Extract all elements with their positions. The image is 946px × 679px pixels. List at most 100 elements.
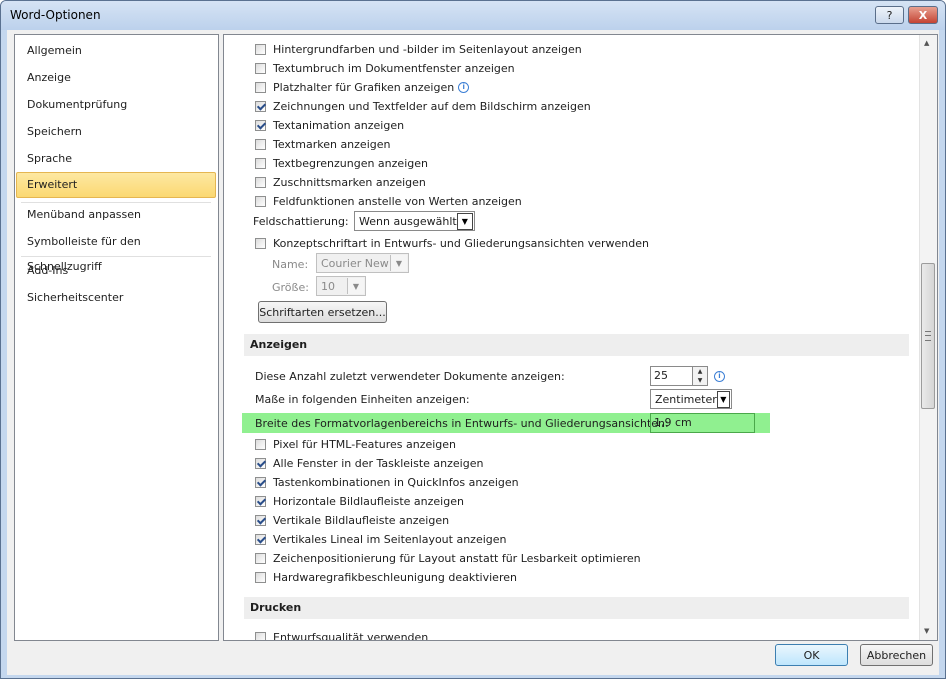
sidebar-item-erweitert[interactable]: Erweitert — [16, 172, 216, 198]
checkbox-checked[interactable] — [255, 533, 266, 545]
checkbox-row[interactable]: Platzhalter für Grafiken anzeigen i — [255, 78, 470, 96]
cancel-button[interactable]: Abbrechen — [860, 644, 933, 666]
checkbox-label: Hardwaregrafikbeschleunigung deaktiviere… — [273, 570, 517, 584]
close-button[interactable]: X — [908, 6, 938, 24]
units-select[interactable]: Zentimeter ▼ — [650, 389, 732, 409]
checkbox-label: Textmarken anzeigen — [273, 137, 391, 151]
sidebar-item-anzeige[interactable]: Anzeige — [16, 65, 215, 90]
font-size-value: 10 — [321, 279, 335, 293]
checkbox[interactable] — [255, 138, 266, 150]
sidebar: Allgemein Anzeige Dokumentprüfung Speich… — [14, 34, 219, 641]
checkbox-checked[interactable] — [255, 514, 266, 526]
checkbox-checked[interactable] — [255, 457, 266, 469]
checkbox[interactable] — [255, 81, 266, 93]
checkbox-label: Hintergrundfarben und -bilder im Seitenl… — [273, 42, 582, 56]
chevron-down-icon[interactable]: ▼ — [716, 390, 730, 408]
font-name-label: Name: — [272, 257, 309, 271]
scroll-down-icon[interactable]: ▼ — [924, 627, 929, 635]
style-area-input[interactable]: 1,9 cm — [650, 413, 755, 433]
checkbox[interactable] — [255, 43, 266, 55]
sidebar-item-speichern[interactable]: Speichern — [16, 119, 215, 144]
checkbox[interactable] — [255, 631, 266, 640]
sidebar-item-dokumentpruefung[interactable]: Dokumentprüfung — [16, 92, 215, 117]
checkbox[interactable] — [255, 62, 266, 74]
field-shading-label: Feldschattierung: — [253, 214, 349, 228]
ok-button[interactable]: OK — [775, 644, 848, 666]
checkbox-row[interactable]: Zeichenpositionierung für Layout anstatt… — [255, 549, 641, 567]
checkbox[interactable] — [255, 157, 266, 169]
checkbox[interactable] — [255, 176, 266, 188]
chevron-down-icon[interactable]: ▼ — [390, 255, 407, 271]
checkbox[interactable] — [255, 552, 266, 564]
chevron-down-icon[interactable]: ▼ — [347, 278, 364, 294]
checkbox-row[interactable]: Feldfunktionen anstelle von Werten anzei… — [255, 192, 522, 210]
font-size-select[interactable]: 10 ▼ — [316, 276, 366, 296]
sidebar-item-schnellzugriff[interactable]: Symbolleiste für den Schnellzugriff — [16, 229, 215, 273]
sidebar-item-sprache[interactable]: Sprache — [16, 146, 215, 171]
checkbox-checked[interactable] — [255, 495, 266, 507]
grip-icon — [925, 331, 931, 341]
checkbox-label: Textbegrenzungen anzeigen — [273, 156, 428, 170]
checkbox-label: Zeichnungen und Textfelder auf dem Bilds… — [273, 99, 591, 113]
checkbox-row[interactable]: Textmarken anzeigen — [255, 135, 390, 153]
chevron-up-icon[interactable]: ▲ — [693, 367, 707, 376]
vertical-scrollbar[interactable]: ▲ ▼ — [919, 35, 937, 640]
checkbox-row[interactable]: Hintergrundfarben und -bilder im Seitenl… — [255, 40, 582, 58]
recent-docs-input[interactable]: 25 — [650, 366, 693, 386]
checkbox[interactable] — [255, 237, 266, 249]
checkbox-label: Konzeptschriftart in Entwurfs- und Glied… — [273, 236, 649, 250]
font-size-label: Größe: — [272, 280, 309, 294]
sidebar-item-add-ins[interactable]: Add-Ins — [16, 258, 215, 283]
checkbox-label: Textanimation anzeigen — [273, 118, 405, 132]
section-drucken: Drucken — [244, 597, 909, 619]
checkbox-row[interactable]: Vertikales Lineal im Seitenlayout anzeig… — [255, 530, 507, 548]
chevron-down-icon[interactable]: ▼ — [693, 376, 707, 385]
checkbox[interactable] — [255, 571, 266, 583]
checkbox-label: Tastenkombinationen in QuickInfos anzeig… — [273, 475, 519, 489]
checkbox-row[interactable]: Entwurfsqualität verwenden — [255, 628, 428, 640]
checkbox-label: Pixel für HTML-Features anzeigen — [273, 437, 457, 451]
font-name-select[interactable]: Courier New ▼ — [316, 253, 409, 273]
sidebar-item-sicherheitscenter[interactable]: Sicherheitscenter — [16, 285, 215, 310]
replace-fonts-button[interactable]: Schriftarten ersetzen... — [258, 301, 387, 323]
section-anzeigen: Anzeigen — [244, 334, 909, 356]
checkbox-row[interactable]: Zeichnungen und Textfelder auf dem Bilds… — [255, 97, 591, 115]
checkbox-row[interactable]: Textanimation anzeigen — [255, 116, 404, 134]
field-shading-select[interactable]: Wenn ausgewählt ▼ — [354, 211, 475, 231]
sidebar-item-menueband[interactable]: Menüband anpassen — [16, 202, 215, 227]
dialog-body: Allgemein Anzeige Dokumentprüfung Speich… — [7, 30, 939, 675]
checkbox[interactable] — [255, 438, 266, 450]
options-panel: Hintergrundfarben und -bilder im Seitenl… — [223, 34, 938, 641]
title-bar: Word-Optionen ? X — [1, 1, 945, 30]
checkbox-row[interactable]: Horizontale Bildlaufleiste anzeigen — [255, 492, 464, 510]
sidebar-divider — [21, 256, 211, 257]
help-button[interactable]: ? — [875, 6, 904, 24]
checkbox-row[interactable]: Textumbruch im Dokumentfenster anzeigen — [255, 59, 515, 77]
scroll-up-icon[interactable]: ▲ — [924, 39, 929, 47]
scrollbar-thumb[interactable] — [921, 263, 935, 409]
checkbox-row[interactable]: Pixel für HTML-Features anzeigen — [255, 435, 456, 453]
units-value: Zentimeter — [655, 392, 717, 406]
sidebar-item-allgemein[interactable]: Allgemein — [16, 38, 215, 63]
info-icon: i — [714, 371, 725, 382]
window-title: Word-Optionen — [10, 8, 101, 22]
checkbox-row[interactable]: Alle Fenster in der Taskleiste anzeigen — [255, 454, 483, 472]
checkbox-label: Feldfunktionen anstelle von Werten anzei… — [273, 194, 522, 208]
checkbox-label: Vertikale Bildlaufleiste anzeigen — [273, 513, 450, 527]
checkbox-row[interactable]: Hardwaregrafikbeschleunigung deaktiviere… — [255, 568, 517, 586]
font-name-value: Courier New — [321, 256, 389, 270]
checkbox-label: Vertikales Lineal im Seitenlayout anzeig… — [273, 532, 507, 546]
checkbox-row[interactable]: Vertikale Bildlaufleiste anzeigen — [255, 511, 449, 529]
checkbox-checked[interactable] — [255, 476, 266, 488]
checkbox-row[interactable]: Zuschnittsmarken anzeigen — [255, 173, 426, 191]
recent-docs-spinner[interactable]: ▲ ▼ — [693, 366, 708, 386]
field-shading-value: Wenn ausgewählt — [359, 214, 457, 228]
checkbox-checked[interactable] — [255, 119, 266, 131]
checkbox-row[interactable]: Textbegrenzungen anzeigen — [255, 154, 428, 172]
checkbox[interactable] — [255, 195, 266, 207]
checkbox-row[interactable]: Konzeptschriftart in Entwurfs- und Glied… — [255, 234, 649, 252]
checkbox-checked[interactable] — [255, 100, 266, 112]
chevron-down-icon[interactable]: ▼ — [456, 212, 473, 230]
checkbox-row[interactable]: Tastenkombinationen in QuickInfos anzeig… — [255, 473, 519, 491]
info-icon: i — [458, 81, 470, 93]
